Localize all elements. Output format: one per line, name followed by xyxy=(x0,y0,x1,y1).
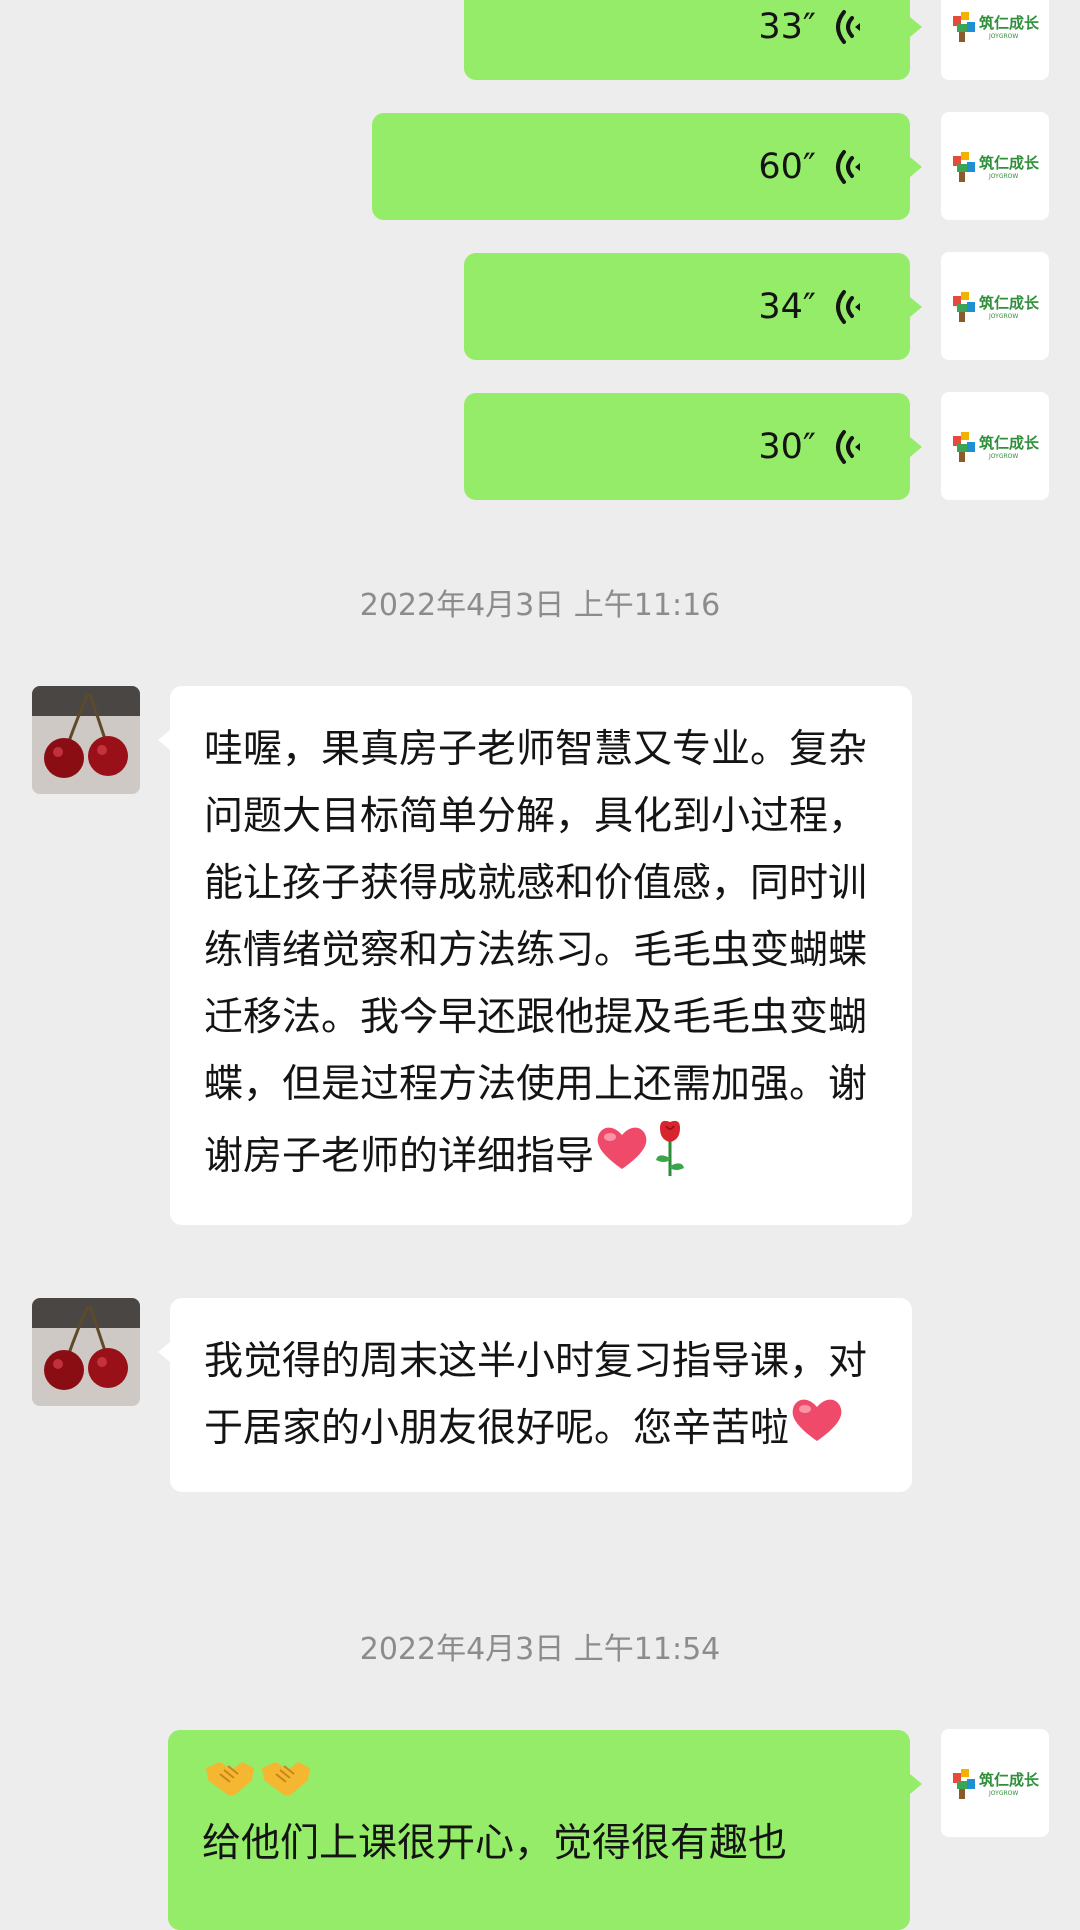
voice-duration: 30″ xyxy=(758,426,816,467)
voice-wave-icon xyxy=(830,428,864,466)
sender-avatar[interactable]: 筑仁成长 JOYGROW xyxy=(941,112,1049,220)
svg-text:JOYGROW: JOYGROW xyxy=(988,453,1018,460)
cherries-icon xyxy=(32,1298,140,1406)
voice-message[interactable]: 30″ xyxy=(464,393,922,500)
bubble-tail xyxy=(910,17,922,37)
voice-duration: 33″ xyxy=(758,6,816,47)
voice-duration: 60″ xyxy=(758,146,816,187)
message-text: 给他们上课很开心，觉得很有趣也 xyxy=(202,1821,788,1866)
cherries-icon xyxy=(32,686,140,794)
svg-text:JOYGROW: JOYGROW xyxy=(988,1790,1018,1797)
joygrow-logo-icon: 筑仁成长 JOYGROW xyxy=(953,12,1040,42)
joygrow-logo-icon: 筑仁成长 JOYGROW xyxy=(953,432,1040,462)
svg-text:筑仁成长: 筑仁成长 xyxy=(978,14,1040,32)
bubble-tail xyxy=(910,1774,922,1794)
voice-wave-icon xyxy=(830,288,864,326)
received-message[interactable]: 我觉得的周末这半小时复习指导课，对于居家的小朋友很好呢。您辛苦啦 xyxy=(158,1298,912,1492)
joygrow-logo-icon: 筑仁成长 JOYGROW xyxy=(953,292,1040,322)
svg-text:筑仁成长: 筑仁成长 xyxy=(978,434,1040,452)
joygrow-logo-icon: 筑仁成长 JOYGROW xyxy=(953,152,1040,182)
received-message[interactable]: 哇喔，果真房子老师智慧又专业。复杂问题大目标简单分解，具化到小过程，能让孩子获得… xyxy=(158,686,912,1225)
svg-text:筑仁成长: 筑仁成长 xyxy=(978,294,1040,312)
bubble-tail xyxy=(910,437,922,457)
voice-message[interactable]: 60″ xyxy=(372,113,922,220)
message-timestamp: 2022年4月3日 上午11:54 xyxy=(359,1632,721,1667)
sender-avatar[interactable]: 筑仁成长 JOYGROW xyxy=(941,252,1049,360)
svg-text:JOYGROW: JOYGROW xyxy=(988,173,1018,180)
joygrow-logo-icon: 筑仁成长 JOYGROW xyxy=(953,1769,1040,1799)
voice-duration: 34″ xyxy=(758,286,816,327)
sender-avatar[interactable]: 筑仁成长 JOYGROW xyxy=(941,0,1049,80)
bubble-tail xyxy=(910,297,922,317)
voice-wave-icon xyxy=(830,148,864,186)
message-timestamp: 2022年4月3日 上午11:16 xyxy=(359,588,721,623)
voice-message[interactable]: 34″ xyxy=(464,253,922,360)
message-text: 我觉得的周末这半小时复习指导课，对于居家的小朋友很好呢。您辛苦啦 xyxy=(204,1339,868,1451)
svg-text:筑仁成长: 筑仁成长 xyxy=(978,154,1040,172)
sent-message[interactable]: 给他们上课很开心，觉得很有趣也 xyxy=(168,1730,922,1930)
contact-avatar[interactable] xyxy=(32,1298,140,1406)
sender-avatar[interactable]: 筑仁成长 JOYGROW xyxy=(941,392,1049,500)
sender-avatar[interactable]: 筑仁成长 JOYGROW xyxy=(941,1729,1049,1837)
message-text: 哇喔，果真房子老师智慧又专业。复杂问题大目标简单分解，具化到小过程，能让孩子获得… xyxy=(204,727,868,1179)
red-heart-icon xyxy=(594,1123,650,1194)
rose-icon xyxy=(650,1118,690,1199)
voice-message[interactable]: 33″ xyxy=(464,0,922,80)
svg-text:JOYGROW: JOYGROW xyxy=(988,33,1018,40)
bubble-tail xyxy=(158,730,170,750)
contact-avatar[interactable] xyxy=(32,686,140,794)
handshake-emojis xyxy=(202,1750,876,1810)
voice-wave-icon xyxy=(830,8,864,46)
bubble-tail xyxy=(910,157,922,177)
svg-text:JOYGROW: JOYGROW xyxy=(988,313,1018,320)
bubble-tail xyxy=(158,1342,170,1362)
svg-text:筑仁成长: 筑仁成长 xyxy=(978,1771,1040,1789)
red-heart-icon xyxy=(789,1395,845,1466)
